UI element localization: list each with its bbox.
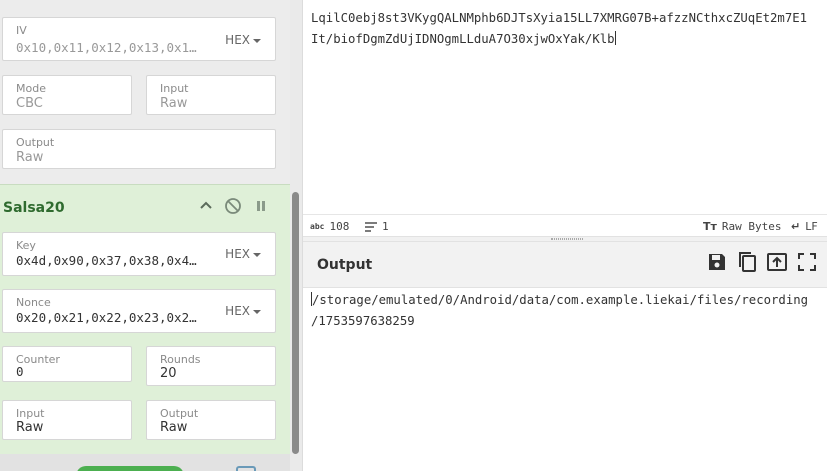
auto-bake-checkbox[interactable] [236, 466, 256, 471]
eol-select[interactable]: ↵ LF [791, 220, 818, 233]
iv-format-select[interactable]: HEX [225, 33, 261, 47]
input-line: It/biofDgmZdUjIDNOgmLLduA7O30xjwOxYak/Kl… [311, 32, 615, 46]
output-line: /1753597638259 [311, 314, 415, 328]
input-line: LqilC0ebj8st3VKygQALNMphb6DJTsXyia15LL7X… [311, 11, 808, 25]
input-value: Raw [16, 420, 44, 435]
recipe-scrollbar-thumb[interactable] [292, 192, 299, 454]
nonce-input[interactable]: 0x20,0x21,0x22,0x23,0x2… [16, 310, 197, 325]
length-value: 108 [329, 220, 350, 233]
output-value: Raw [16, 150, 44, 165]
iv-label: IV [16, 24, 27, 37]
key-label: Key [16, 239, 36, 252]
counter-field[interactable]: Counter 0 [2, 346, 132, 382]
nonce-format-select[interactable]: HEX [225, 304, 261, 318]
chevron-down-icon [253, 38, 261, 43]
output-value: Raw [160, 420, 188, 435]
key-input[interactable]: 0x4d,0x90,0x37,0x38,0x4… [16, 253, 197, 268]
text-cursor [614, 31, 616, 45]
length-stat: abc 108 [310, 220, 349, 233]
mode-label: Mode [16, 82, 46, 95]
lines-icon [365, 221, 377, 232]
chevron-down-icon [253, 309, 261, 314]
return-arrow-icon: ↵ [791, 220, 801, 233]
nonce-field[interactable]: Nonce 0x20,0x21,0x22,0x23,0x2… HEX [2, 289, 276, 333]
rounds-label: Rounds [160, 353, 201, 366]
lines-stat: 1 [365, 220, 389, 233]
disable-icon[interactable] [223, 196, 243, 216]
mode-select[interactable]: Mode CBC [2, 75, 132, 115]
grip-icon [551, 238, 583, 240]
counter-input[interactable]: 0 [16, 364, 24, 379]
output-title: Output [317, 257, 373, 273]
output-line: /storage/emulated/0/Android/data/com.exa… [312, 293, 809, 307]
salsa-input-select[interactable]: Input Raw [2, 400, 132, 440]
abc-icon: abc [310, 222, 325, 231]
collapse-icon[interactable] [196, 196, 216, 216]
aes-output-select[interactable]: Output Raw [2, 129, 276, 169]
io-pane: LqilC0ebj8st3VKygQALNMphb6DJTsXyia15LL7X… [302, 0, 827, 471]
output-label: Output [16, 136, 55, 149]
bake-button[interactable] [76, 466, 184, 471]
salsa-output-select[interactable]: Output Raw [146, 400, 276, 440]
nonce-label: Nonce [16, 296, 51, 309]
input-status-bar: abc 108 1 Tт Raw Bytes ↵ LF [303, 214, 827, 236]
save-icon[interactable] [705, 250, 729, 274]
iv-input[interactable]: 0x10,0x11,0x12,0x13,0x1… [16, 40, 197, 55]
chevron-down-icon [253, 252, 261, 257]
text-encoding-icon: Tт [703, 220, 717, 233]
breakpoint-icon[interactable] [251, 196, 271, 216]
key-field[interactable]: Key 0x4d,0x90,0x37,0x38,0x4… HEX [2, 232, 276, 276]
rounds-field[interactable]: Rounds 20 [146, 346, 276, 386]
encoding-value: Raw Bytes [721, 220, 782, 233]
input-value: Raw [160, 96, 188, 111]
lines-value: 1 [382, 220, 389, 233]
input-label: Input [160, 82, 189, 95]
salsa20-title: Salsa20 [3, 200, 65, 216]
mode-value: CBC [16, 96, 43, 111]
replace-input-icon[interactable] [765, 250, 789, 274]
rounds-input[interactable]: 20 [160, 366, 177, 381]
input-label: Input [16, 407, 45, 420]
output-textarea[interactable]: /storage/emulated/0/Android/data/com.exa… [311, 290, 827, 332]
aes-input-select[interactable]: Input Raw [146, 75, 276, 115]
key-format-select[interactable]: HEX [225, 247, 261, 261]
encoding-select[interactable]: Tт Raw Bytes [703, 220, 782, 233]
recipe-pane: IV 0x10,0x11,0x12,0x13,0x1… HEX Mode CBC… [0, 0, 302, 471]
output-header: Output [303, 242, 827, 288]
maximise-icon[interactable] [795, 250, 819, 274]
output-label: Output [160, 407, 199, 420]
iv-field[interactable]: IV 0x10,0x11,0x12,0x13,0x1… HEX [2, 17, 276, 61]
copy-icon[interactable] [735, 250, 759, 274]
input-textarea[interactable]: LqilC0ebj8st3VKygQALNMphb6DJTsXyia15LL7X… [311, 8, 826, 50]
eol-value: LF [805, 220, 818, 233]
